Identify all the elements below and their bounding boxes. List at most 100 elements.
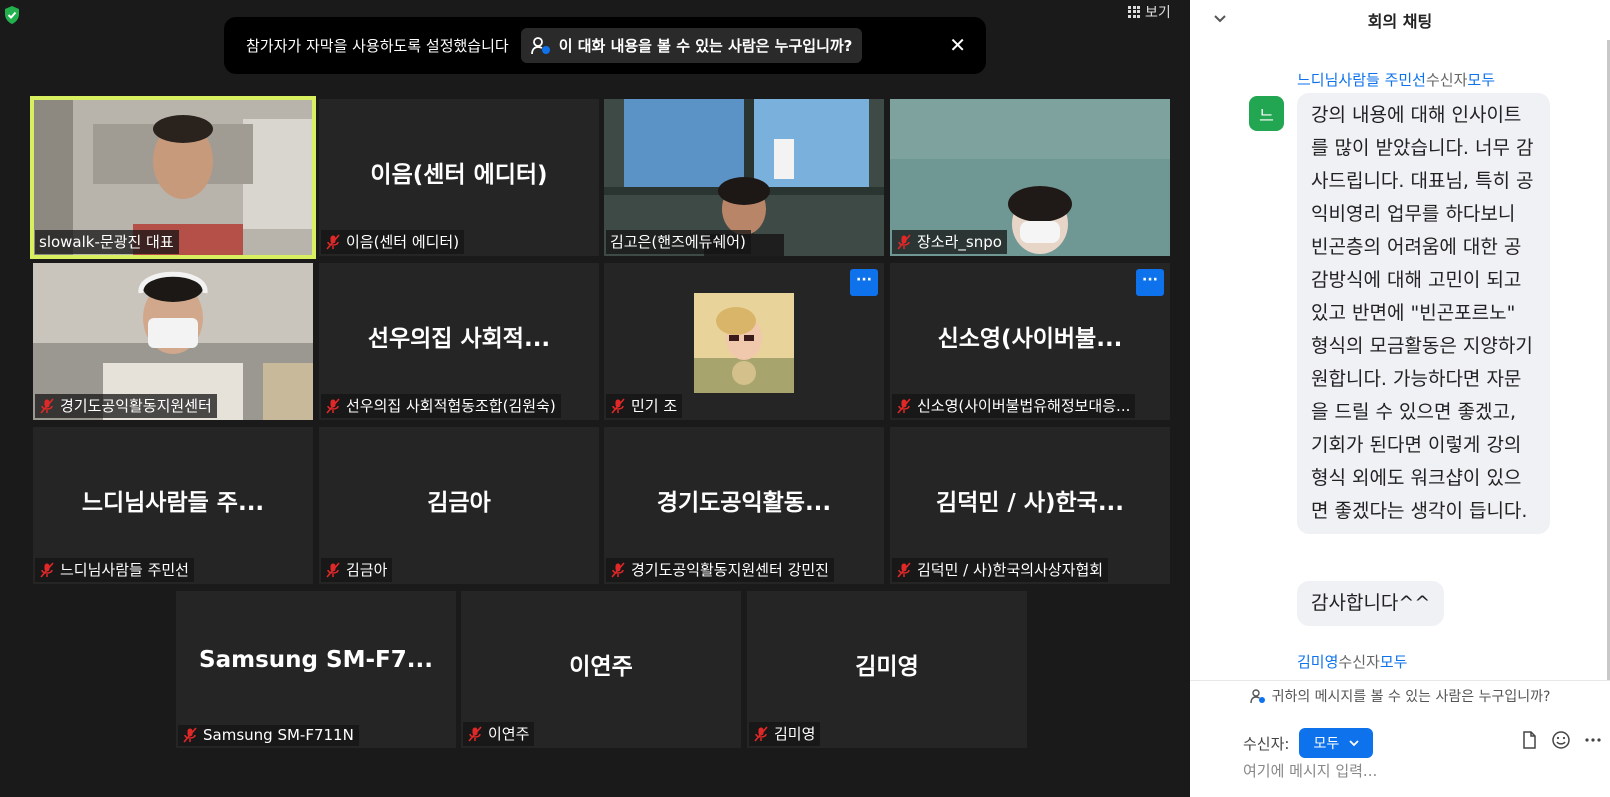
- participant-name-label: 민기 조: [606, 394, 683, 418]
- chat-title: 회의 채팅: [1367, 12, 1433, 31]
- participant-name: 이연주: [488, 725, 530, 743]
- grid-view-icon: [1128, 5, 1141, 19]
- participant-name-label: 느디님사람들 주민선: [35, 558, 194, 582]
- security-shield-icon[interactable]: [3, 5, 21, 25]
- participant-display-name: 이음(센터 에디터): [370, 162, 548, 188]
- participant-name-label: 이음(센터 에디터): [321, 230, 465, 254]
- participant-name: 김금아: [346, 561, 388, 579]
- muted-mic-icon: [611, 397, 625, 414]
- person-lock-icon: [1249, 688, 1265, 703]
- chat-message-bubble: 감사합니다^^: [1297, 581, 1445, 626]
- participant-name: 선우의집 사회적협동조합(김원숙): [346, 397, 556, 415]
- participant-tile[interactable]: Samsung SM-F7... Samsung SM-F711N: [176, 591, 456, 748]
- message-sender[interactable]: 김미영: [1297, 653, 1338, 671]
- participant-display-name: 이연주: [569, 654, 633, 680]
- message-sender[interactable]: 느디님사람들 주민선: [1297, 71, 1426, 89]
- participant-tile[interactable]: 경기도공익활동지원센터: [33, 263, 313, 420]
- recipient-label: 수신자:: [1243, 734, 1290, 753]
- participant-display-name: 느디님사람들 주...: [81, 490, 265, 516]
- participant-name: 김고은(핸즈에듀쉐어): [610, 233, 746, 251]
- participant-display-name: 경기도공익활동...: [656, 490, 832, 516]
- participant-tile[interactable]: 장소라_snpo: [890, 99, 1170, 256]
- participant-display-name: 김금아: [427, 490, 491, 516]
- privacy-note-text: 귀하의 메시지를 볼 수 있는 사람은 누구입니까?: [1271, 688, 1551, 705]
- participant-tile[interactable]: 느디님사람들 주... 느디님사람들 주민선: [33, 427, 313, 584]
- participant-name-label: 신소영(사이버불법유해정보대응...: [892, 394, 1136, 418]
- chat-header: 회의 채팅: [1190, 0, 1610, 40]
- muted-mic-icon: [897, 233, 911, 250]
- participant-name-label: 경기도공익활동지원센터: [35, 394, 217, 418]
- avatar: 느: [1249, 96, 1284, 131]
- participant-name-label: slowalk-문광진 대표: [35, 230, 179, 254]
- message-to-label: 수신자: [1338, 653, 1380, 671]
- muted-mic-icon: [468, 725, 482, 742]
- muted-mic-icon: [897, 561, 911, 578]
- participant-tile[interactable]: ··· 민기 조: [604, 263, 884, 420]
- muted-mic-icon: [326, 561, 340, 578]
- chat-tools: [1519, 730, 1603, 750]
- muted-mic-icon: [754, 725, 768, 742]
- participant-name: 김덕민 / 사)한국의사상자협회: [917, 561, 1104, 579]
- muted-mic-icon: [40, 561, 54, 578]
- participant-tile[interactable]: 김덕민 / 사)한국... 김덕민 / 사)한국의사상자협회: [890, 427, 1170, 584]
- participant-display-name: 김미영: [855, 654, 919, 680]
- participant-name-label: 김미영: [749, 722, 821, 746]
- more-options-button[interactable]: ···: [1136, 269, 1164, 296]
- participant-tile[interactable]: 김미영 김미영: [747, 591, 1027, 748]
- participant-tile[interactable]: 선우의집 사회적... 선우의집 사회적협동조합(김원숙): [319, 263, 599, 420]
- participant-name-label: 경기도공익활동지원센터 강민진: [606, 558, 834, 582]
- banner-text: 참가자가 자막을 사용하도록 설정했습니다: [246, 37, 509, 55]
- emoji-icon[interactable]: [1551, 730, 1571, 750]
- participant-name: 장소라_snpo: [917, 233, 1002, 251]
- participant-tile[interactable]: 경기도공익활동... 경기도공익활동지원센터 강민진: [604, 427, 884, 584]
- message-to-label: 수신자: [1425, 71, 1468, 89]
- participant-name-label: 장소라_snpo: [892, 230, 1007, 254]
- muted-mic-icon: [326, 233, 340, 250]
- participant-name: Samsung SM-F711N: [203, 726, 354, 744]
- more-options-button[interactable]: ···: [850, 269, 878, 296]
- muted-mic-icon: [40, 397, 54, 414]
- chat-message-bubble: 강의 내용에 대해 인사이트를 많이 받았습니다. 너무 감사드립니다. 대표님…: [1297, 93, 1550, 534]
- participant-name: slowalk-문광진 대표: [39, 233, 174, 251]
- who-can-see-button[interactable]: 이 대화 내용을 볼 수 있는 사람은 누구입니까?: [520, 28, 863, 63]
- participant-display-name: Samsung SM-F7...: [199, 647, 433, 673]
- video-gallery: 보기 참가자가 자막을 사용하도록 설정했습니다 이 대화 내용을 볼 수 있는…: [0, 0, 1190, 797]
- caption-notice-banner: 참가자가 자막을 사용하도록 설정했습니다 이 대화 내용을 볼 수 있는 사람…: [224, 17, 986, 74]
- file-icon[interactable]: [1519, 730, 1539, 750]
- view-button[interactable]: 보기: [1128, 2, 1171, 22]
- participant-tile[interactable]: slowalk-문광진 대표: [30, 96, 316, 259]
- muted-mic-icon: [183, 727, 197, 743]
- participant-name-label: 김고은(핸즈에듀쉐어): [606, 230, 751, 254]
- participant-name-label: 김금아: [321, 558, 393, 582]
- chevron-down-icon: [1349, 740, 1359, 747]
- participant-display-name: 김덕민 / 사)한국...: [935, 490, 1125, 516]
- participant-name: 김미영: [774, 725, 816, 743]
- chat-privacy-note[interactable]: 귀하의 메시지를 볼 수 있는 사람은 누구입니까?: [1190, 680, 1610, 710]
- participant-tile[interactable]: 이음(센터 에디터) 이음(센터 에디터): [319, 99, 599, 256]
- muted-mic-icon: [326, 397, 340, 414]
- participant-tile[interactable]: 김고은(핸즈에듀쉐어): [604, 99, 884, 256]
- person-lock-icon: [530, 36, 550, 54]
- view-label: 보기: [1145, 5, 1171, 21]
- participant-name: 신소영(사이버불법유해정보대응...: [917, 397, 1131, 415]
- message-sender-line: 김미영수신자모두: [1297, 651, 1407, 672]
- recipient-dropdown[interactable]: 모두: [1299, 728, 1374, 758]
- chat-message-input[interactable]: [1243, 762, 1593, 780]
- close-icon[interactable]: ✕: [949, 33, 966, 57]
- muted-mic-icon: [897, 397, 911, 414]
- participant-name-label: Samsung SM-F711N: [178, 725, 359, 746]
- participant-name: 느디님사람들 주민선: [60, 561, 189, 579]
- muted-mic-icon: [611, 561, 625, 578]
- recipient-row: 수신자: 모두: [1243, 728, 1374, 758]
- participant-name: 이음(센터 에디터): [346, 233, 460, 251]
- more-options-icon[interactable]: [1583, 730, 1603, 750]
- participant-tile[interactable]: 신소영(사이버불... ··· 신소영(사이버불법유해정보대응...: [890, 263, 1170, 420]
- participant-display-name: 신소영(사이버불...: [937, 326, 1123, 352]
- participant-display-name: 선우의집 사회적...: [367, 326, 551, 352]
- participant-tile[interactable]: 이연주 이연주: [461, 591, 741, 748]
- message-recipient: 모두: [1467, 71, 1495, 89]
- recipient-value: 모두: [1313, 736, 1340, 752]
- participant-name: 민기 조: [631, 397, 678, 415]
- participant-name-label: 이연주: [463, 722, 535, 746]
- participant-tile[interactable]: 김금아 김금아: [319, 427, 599, 584]
